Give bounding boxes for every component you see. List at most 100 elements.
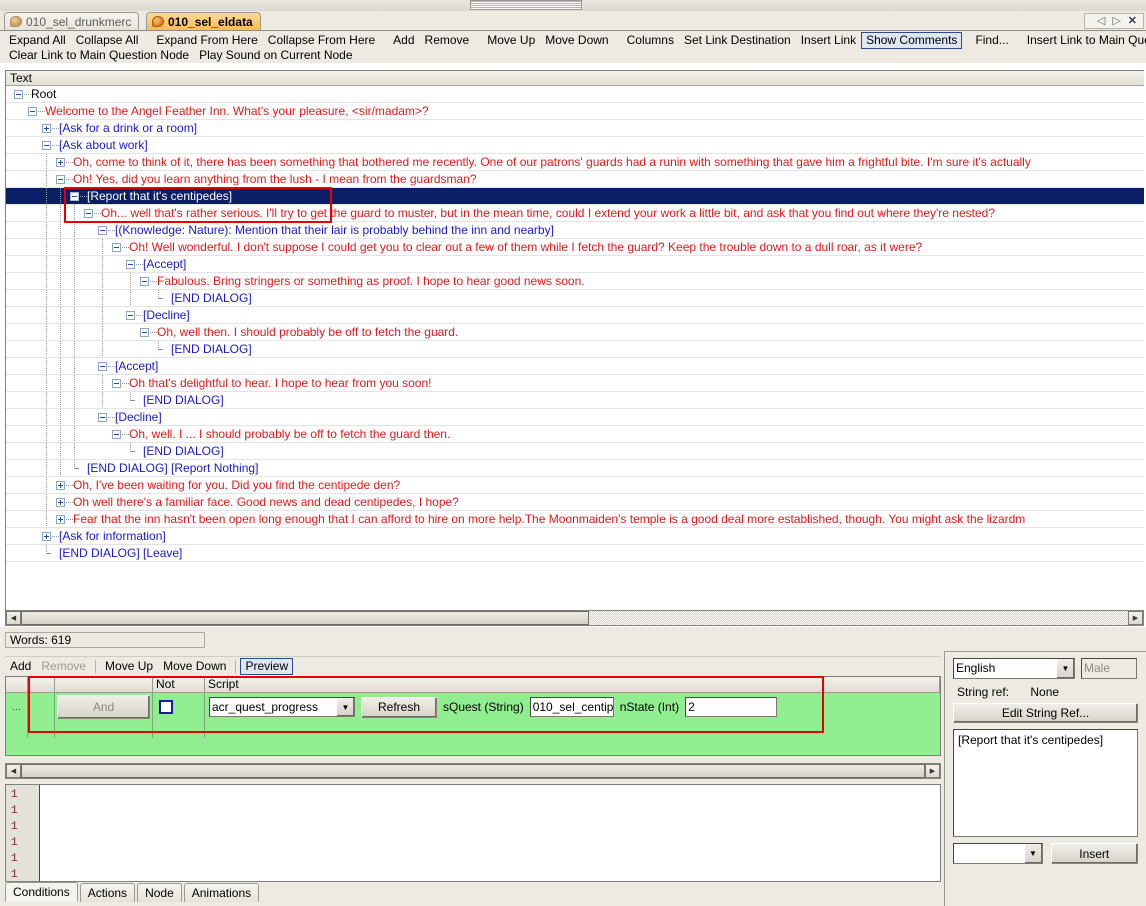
tree-row[interactable]: Oh well there's a familiar face. Good ne… [6, 494, 1144, 511]
tree-collapse-icon[interactable] [56, 175, 65, 184]
tree-row[interactable]: [Ask for information] [6, 528, 1144, 545]
scroll-left-icon[interactable]: ◀ [6, 764, 21, 778]
tree-row[interactable]: [END DIALOG] [6, 290, 1144, 307]
tree-row[interactable]: [Decline] [6, 307, 1144, 324]
chevron-down-icon[interactable]: ▼ [336, 698, 354, 716]
toolbar-item-remove[interactable]: Remove [420, 33, 475, 48]
toolbar-item-find[interactable]: Find... [970, 33, 1013, 48]
toolbar-item-collapse-from-here[interactable]: Collapse From Here [263, 33, 380, 48]
bottom-tab-node[interactable]: Node [137, 883, 182, 902]
toolbar-item-clear-link-to-main-question-node[interactable]: Clear Link to Main Question Node [4, 48, 194, 63]
tree-row[interactable]: [END DIALOG] [Report Nothing] [6, 460, 1144, 477]
dialogue-tree[interactable]: Root Welcome to the Angel Feather Inn. Wh… [6, 86, 1144, 562]
tree-row[interactable]: Oh, well. I ... I should probably be off… [6, 426, 1144, 443]
condition-empty-row[interactable] [6, 721, 940, 738]
tab-010_sel_drunkmerc[interactable]: 010_sel_drunkmerc [4, 12, 140, 30]
toolbar-item-move-down[interactable]: Move Down [540, 33, 613, 48]
chevron-down-icon[interactable]: ▼ [1056, 659, 1074, 678]
and-operator-cell[interactable]: And [55, 693, 153, 721]
tree-collapse-icon[interactable] [98, 413, 107, 422]
tree-row[interactable]: [Ask for a drink or a room] [6, 120, 1144, 137]
tree-column-header[interactable]: Text [6, 71, 1144, 86]
language-combo[interactable]: English ▼ [953, 658, 1075, 679]
tree-collapse-icon[interactable] [126, 311, 135, 320]
script-cell[interactable]: acr_quest_progress ▼ Refresh sQuest (Str… [205, 693, 940, 721]
tree-row[interactable]: Oh that's delightful to hear. I hope to … [6, 375, 1144, 392]
grid-col-and[interactable] [55, 677, 153, 692]
row-indicator-cell[interactable]: ... [6, 693, 28, 721]
script-editor[interactable]: 1 1 1 1 1 1 [5, 784, 941, 882]
tree-expand-icon[interactable] [42, 532, 51, 541]
tree-row[interactable]: [Decline] [6, 409, 1144, 426]
conditions-hscrollbar[interactable]: ◀ ▶ [5, 763, 941, 779]
edit-string-ref-button[interactable]: Edit String Ref... [953, 703, 1138, 723]
scroll-right-icon[interactable]: ▶ [1128, 611, 1143, 625]
script-combo[interactable]: acr_quest_progress ▼ [209, 697, 355, 717]
tree-row[interactable]: Welcome to the Angel Feather Inn. What's… [6, 103, 1144, 120]
tree-row[interactable]: Oh... well that's rather serious. I'll t… [6, 205, 1144, 222]
tree-row[interactable]: Oh! Yes, did you learn anything from the… [6, 171, 1144, 188]
conditions-toolbar-preview[interactable]: Preview [240, 657, 294, 675]
tree-hscroll-thumb[interactable] [21, 611, 589, 625]
tree-row[interactable]: [END DIALOG] [6, 341, 1144, 358]
toolbar-item-expand-all[interactable]: Expand All [4, 33, 71, 48]
tree-collapse-icon[interactable] [98, 226, 107, 235]
tree-row[interactable]: [Accept] [6, 358, 1144, 375]
grid-col-0[interactable] [6, 677, 28, 692]
toolbar-item-columns[interactable]: Columns [622, 33, 679, 48]
conditions-hscroll-thumb[interactable] [21, 764, 925, 778]
tree-collapse-icon[interactable] [84, 209, 93, 218]
tab-010_sel_eldata[interactable]: 010_sel_eldata [146, 12, 261, 30]
tree-row[interactable]: [Ask about work] [6, 137, 1144, 154]
conditions-grid[interactable]: Not Script ... And acr_quest_progress ▼ … [5, 676, 941, 756]
toolbar-item-play-sound-on-current-node[interactable]: Play Sound on Current Node [194, 48, 357, 63]
toolbar-item-expand-from-here[interactable]: Expand From Here [151, 33, 262, 48]
grid-col-1[interactable] [28, 677, 55, 692]
tree-row[interactable]: Root [6, 86, 1144, 103]
toolbar-item-show-comments[interactable]: Show Comments [861, 32, 963, 49]
tree-row[interactable]: Oh, come to think of it, there has been … [6, 154, 1144, 171]
bottom-tab-actions[interactable]: Actions [79, 883, 136, 902]
tree-expand-icon[interactable] [56, 515, 65, 524]
conditions-toolbar-add[interactable]: Add [5, 659, 36, 674]
tree-row[interactable]: Oh, well then. I should probably be off … [6, 324, 1144, 341]
param-1-input[interactable]: 2 [685, 697, 778, 717]
tree-collapse-icon[interactable] [70, 192, 79, 201]
tree-collapse-icon[interactable] [28, 107, 37, 116]
tree-collapse-icon[interactable] [112, 430, 121, 439]
tree-row[interactable]: [END DIALOG] [6, 392, 1144, 409]
not-checkbox[interactable] [159, 700, 173, 714]
grid-col-script[interactable]: Script [205, 677, 940, 692]
and-button[interactable]: And [57, 695, 150, 719]
tree-expand-icon[interactable] [56, 498, 65, 507]
scroll-right-icon[interactable]: ▶ [925, 764, 940, 778]
toolbar-item-insert-link-to-main-question-node[interactable]: Insert Link to Main Question Node [1022, 33, 1146, 48]
tree-row[interactable]: [END DIALOG] [Leave] [6, 545, 1144, 562]
tree-row[interactable]: [Accept] [6, 256, 1144, 273]
tree-collapse-icon[interactable] [140, 328, 149, 337]
toolbar-item-add[interactable]: Add [388, 33, 419, 48]
tree-row[interactable]: Oh! Well wonderful. I don't suppose I co… [6, 239, 1144, 256]
tree-row[interactable]: Fear that the inn hasn't been open long … [6, 511, 1144, 528]
gender-field[interactable]: Male [1081, 658, 1137, 679]
toolbar-item-insert-link[interactable]: Insert Link [796, 33, 861, 48]
param-0-input[interactable]: 010_sel_centiped [529, 697, 614, 717]
toolbar-item-collapse-all[interactable]: Collapse All [71, 33, 144, 48]
nav-prev-icon[interactable]: ◁ [1097, 15, 1105, 27]
tree-collapse-icon[interactable] [98, 362, 107, 371]
bottom-tab-animations[interactable]: Animations [183, 883, 260, 902]
toolbar-item-move-up[interactable]: Move Up [482, 33, 540, 48]
scroll-left-icon[interactable]: ◀ [6, 611, 21, 625]
insert-token-combo[interactable]: ▼ [953, 843, 1043, 864]
tree-row[interactable]: Oh, I've been waiting for you. Did you f… [6, 477, 1144, 494]
toolbar-item-set-link-destination[interactable]: Set Link Destination [679, 33, 796, 48]
tree-expand-icon[interactable] [56, 158, 65, 167]
insert-button[interactable]: Insert [1050, 843, 1138, 864]
tree-row[interactable]: Fabulous. Bring stringers or something a… [6, 273, 1144, 290]
tree-collapse-icon[interactable] [112, 379, 121, 388]
tree-expand-icon[interactable] [42, 124, 51, 133]
tree-expand-icon[interactable] [56, 481, 65, 490]
tree-collapse-icon[interactable] [112, 243, 121, 252]
chevron-down-icon[interactable]: ▼ [1023, 844, 1042, 863]
window-grip[interactable] [470, 0, 582, 10]
